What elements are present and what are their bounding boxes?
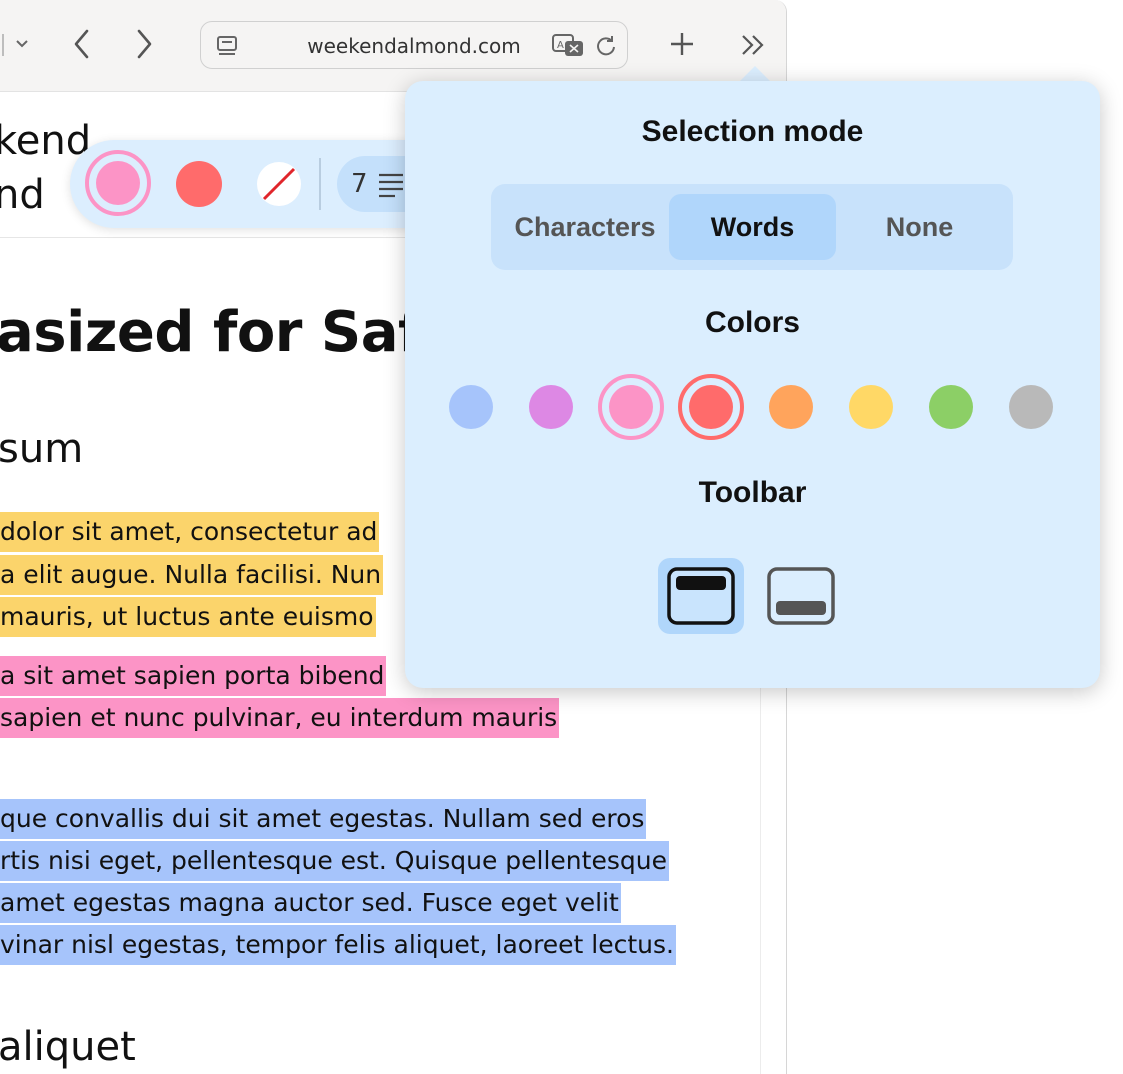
toolbar-separator (319, 158, 321, 210)
translate-icon[interactable]: A (551, 33, 587, 59)
browser-toolbar: weekendalmond.com A (0, 0, 786, 92)
address-bar[interactable]: weekendalmond.com A (200, 21, 628, 69)
highlight-yellow-line[interactable]: a elit augue. Nulla facilisi. Nun (0, 555, 384, 595)
highlight-pink-line[interactable]: sapien et nunc pulvinar, eu interdum mau… (0, 698, 560, 738)
highlight-pink-line[interactable]: a sit amet sapien porta bibend (0, 656, 387, 696)
more-icon[interactable] (740, 32, 768, 58)
mode-none[interactable]: None (836, 194, 1003, 260)
mode-words[interactable]: Words (669, 194, 836, 260)
paragraph-count: 7 (351, 169, 368, 199)
color-pink-selected[interactable] (598, 374, 664, 440)
highlight-blue-line[interactable]: vinar nisl egestas, tempor felis aliquet… (0, 925, 676, 965)
popover-arrow (739, 66, 771, 82)
color-green[interactable] (929, 385, 973, 429)
color-purple[interactable] (529, 385, 573, 429)
reload-icon[interactable] (594, 34, 618, 58)
swatch-fill (96, 161, 140, 205)
highlight-blue-line[interactable]: rtis nisi eget, pellentesque est. Quisqu… (0, 841, 669, 881)
toolbar-title: Toolbar (698, 476, 807, 509)
remove-highlight-icon[interactable] (256, 161, 302, 207)
highlight-mini-toolbar: 7 (70, 140, 450, 228)
highlight-blue-line[interactable]: amet egestas magna auctor sed. Fusce ege… (0, 883, 621, 923)
settings-popover: Selection mode Characters Words None Col… (405, 81, 1100, 688)
section-heading-1: sum (0, 426, 84, 472)
mini-swatch-pink-selected[interactable] (85, 150, 151, 216)
mini-swatch-red[interactable] (176, 161, 222, 207)
color-yellow[interactable] (849, 385, 893, 429)
chevron-down-icon[interactable] (0, 30, 40, 60)
color-blue[interactable] (449, 385, 493, 429)
section-heading-2: aliquet (0, 1024, 136, 1070)
selection-mode-control: Characters Words None (491, 184, 1013, 270)
highlight-yellow-line[interactable]: dolor sit amet, consectetur ad (0, 512, 380, 552)
highlight-blue-line[interactable]: que convallis dui sit amet egestas. Null… (0, 799, 647, 839)
color-orange[interactable] (769, 385, 813, 429)
color-gray[interactable] (1009, 385, 1053, 429)
forward-icon[interactable] (132, 28, 156, 60)
color-red-selected[interactable] (678, 374, 744, 440)
mode-characters[interactable]: Characters (501, 194, 669, 260)
swatch-fill (609, 385, 653, 429)
article-heading: asized for Safa (0, 300, 460, 365)
swatch-fill (689, 385, 733, 429)
toolbar-top-option[interactable] (658, 558, 744, 634)
colors-title: Colors (704, 306, 800, 339)
selection-mode-title: Selection mode (641, 115, 864, 148)
back-icon[interactable] (70, 28, 94, 60)
new-tab-icon[interactable] (668, 30, 696, 58)
highlight-yellow-line[interactable]: mauris, ut luctus ante euismo (0, 597, 376, 637)
svg-text:A: A (557, 40, 564, 51)
paragraph-list-icon (379, 173, 403, 198)
toolbar-bottom-option[interactable] (758, 558, 844, 634)
